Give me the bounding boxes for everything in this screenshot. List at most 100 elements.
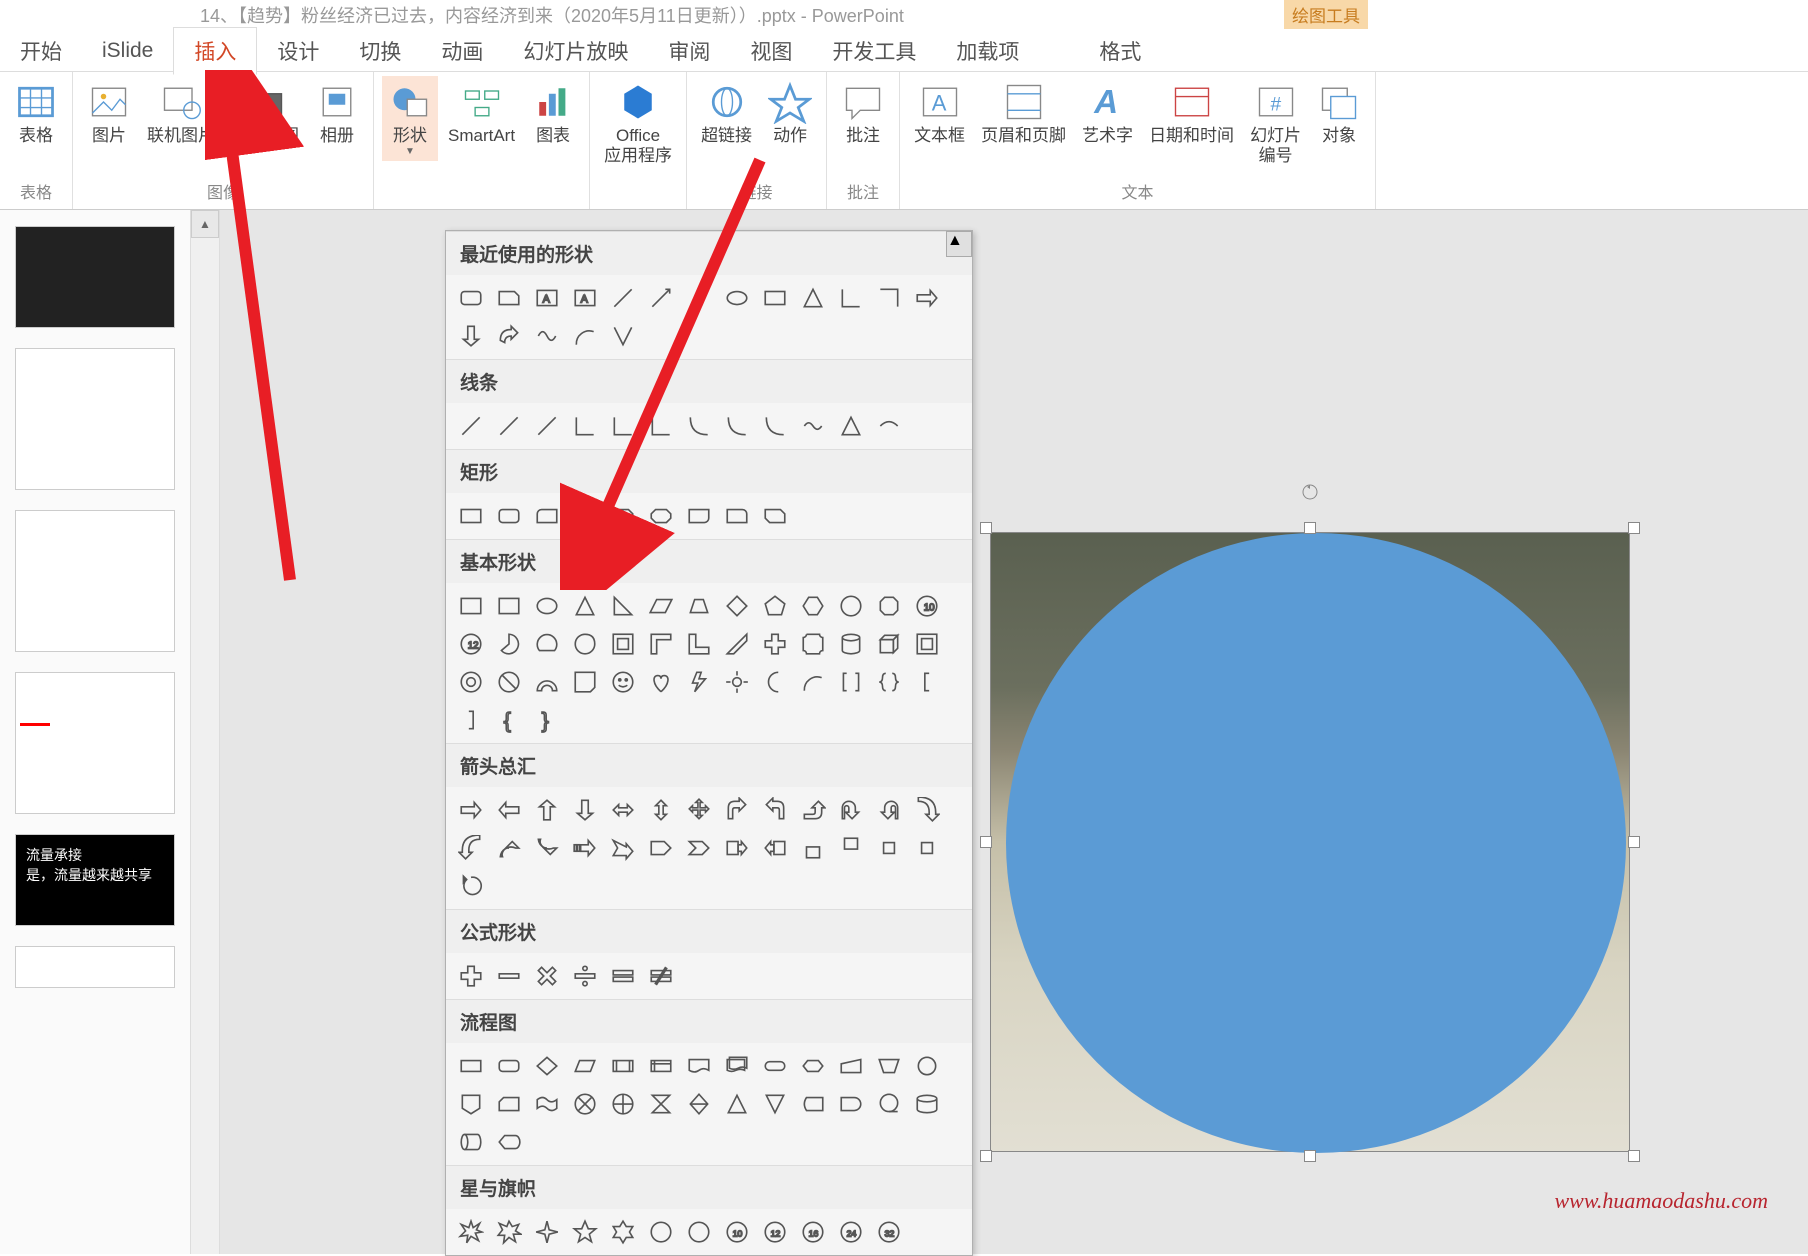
shape-lightning[interactable] <box>684 667 714 697</box>
scroll-up-icon[interactable]: ▲ <box>191 210 219 238</box>
shape-arc[interactable] <box>570 321 600 351</box>
shape-textbox[interactable]: A <box>532 283 562 313</box>
shape-fc-card[interactable] <box>494 1089 524 1119</box>
slide-image-object[interactable] <box>990 532 1630 1152</box>
shape-line[interactable] <box>608 283 638 313</box>
shape-double-arrow[interactable] <box>684 283 714 313</box>
shape-line-2[interactable] <box>494 411 524 441</box>
shape-fc-predefined[interactable] <box>608 1051 638 1081</box>
shape-rounded-rect[interactable] <box>456 283 486 313</box>
shape-arrow-callout-u[interactable] <box>798 833 828 863</box>
tab-design[interactable]: 设计 <box>257 28 339 74</box>
shape-arrow-l[interactable] <box>494 795 524 825</box>
shape-arrow-curved-r[interactable] <box>912 795 942 825</box>
shape-arrow-circular[interactable] <box>456 871 486 901</box>
shape-arrow-callout-d[interactable] <box>836 833 866 863</box>
dropdown-scroll-up[interactable]: ▲ <box>946 231 972 257</box>
shape-oval-2[interactable] <box>532 591 562 621</box>
shape-right-triangle[interactable] <box>608 591 638 621</box>
shape-right-bracket[interactable] <box>456 705 486 735</box>
shape-arrow-callout-l[interactable] <box>760 833 790 863</box>
shape-fc-alt[interactable] <box>494 1051 524 1081</box>
shape-pie[interactable] <box>494 629 524 659</box>
shape-fc-stored[interactable] <box>798 1089 828 1119</box>
shape-arrow-down[interactable] <box>456 321 486 351</box>
shape-triangle[interactable] <box>798 283 828 313</box>
thumb-scroll[interactable]: ▲ <box>190 210 220 1254</box>
shape-frame[interactable] <box>608 629 638 659</box>
shape-decagon[interactable]: 10 <box>912 591 942 621</box>
tab-review[interactable]: 审阅 <box>648 28 730 74</box>
shape-fc-sum[interactable] <box>570 1089 600 1119</box>
shape-fc-or[interactable] <box>608 1089 638 1119</box>
shape-line-10[interactable] <box>798 411 828 441</box>
tab-format[interactable]: 格式 <box>1079 28 1161 74</box>
shape-arrow-lr[interactable] <box>608 795 638 825</box>
picture-button[interactable]: 图片 <box>81 76 137 150</box>
shape-left-brace[interactable]: { <box>494 705 524 735</box>
shape-minus[interactable] <box>494 961 524 991</box>
shape-line-12[interactable] <box>874 411 904 441</box>
shape-fc-decision[interactable] <box>532 1051 562 1081</box>
shape-fc-direct-access[interactable] <box>456 1127 486 1157</box>
shape-fc-extract[interactable] <box>722 1089 752 1119</box>
object-button[interactable]: 对象 <box>1311 76 1367 150</box>
shape-fc-delay[interactable] <box>836 1089 866 1119</box>
shape-rect-4[interactable] <box>570 501 600 531</box>
shape-teardrop[interactable] <box>570 629 600 659</box>
shape-can[interactable] <box>836 629 866 659</box>
slide-thumb-6[interactable] <box>15 946 175 988</box>
shape-fc-magnetic[interactable] <box>912 1089 942 1119</box>
shape-line-1[interactable] <box>456 411 486 441</box>
shape-freeform[interactable] <box>608 321 638 351</box>
shape-arc-2[interactable] <box>798 667 828 697</box>
shape-arrow-curved-l[interactable] <box>456 833 486 863</box>
tab-addins[interactable]: 加载项 <box>936 28 1039 74</box>
album-button[interactable]: 相册 <box>309 76 365 150</box>
shape-half-frame[interactable] <box>646 629 676 659</box>
shape-arrow-quad[interactable] <box>684 795 714 825</box>
shape-textbox-vert[interactable]: A <box>570 283 600 313</box>
shape-donut[interactable] <box>456 667 486 697</box>
shape-octagon[interactable] <box>874 591 904 621</box>
shape-bevel[interactable] <box>912 629 942 659</box>
shape-star8[interactable] <box>684 1217 714 1247</box>
shape-rect[interactable] <box>760 283 790 313</box>
shape-chord[interactable] <box>532 629 562 659</box>
shape-fc-seq-access[interactable] <box>874 1089 904 1119</box>
shape-diagonal-stripe[interactable] <box>722 629 752 659</box>
shape-star5[interactable] <box>570 1217 600 1247</box>
tab-insert[interactable]: 插入 <box>173 27 257 75</box>
shape-arrow-curved-u[interactable] <box>494 833 524 863</box>
shape-rect-6[interactable] <box>646 501 676 531</box>
shape-sun[interactable] <box>722 667 752 697</box>
shape-line-5[interactable] <box>608 411 638 441</box>
shape-star6[interactable] <box>608 1217 638 1247</box>
slide-thumbnails-panel[interactable]: 流量承接是，流量越来越共享 <box>0 210 190 1254</box>
shape-arrow-chevron[interactable] <box>684 833 714 863</box>
shape-arrow-bent-u[interactable] <box>798 795 828 825</box>
datetime-button[interactable]: 日期和时间 <box>1143 76 1240 150</box>
shape-squiggle[interactable] <box>532 321 562 351</box>
shape-fc-tape[interactable] <box>532 1089 562 1119</box>
shape-fc-preparation[interactable] <box>798 1051 828 1081</box>
shape-arrow-callout-quad[interactable] <box>912 833 942 863</box>
shape-line-7[interactable] <box>684 411 714 441</box>
comment-button[interactable]: 批注 <box>835 76 891 150</box>
slide-thumb-3[interactable] <box>15 510 175 652</box>
shape-moon[interactable] <box>760 667 790 697</box>
shape-snip-rect[interactable] <box>494 283 524 313</box>
shape-fc-manual-input[interactable] <box>836 1051 866 1081</box>
tab-start[interactable]: 开始 <box>0 28 82 74</box>
shape-rect-5[interactable] <box>608 501 638 531</box>
shape-rect-8[interactable] <box>722 501 752 531</box>
shape-trapezoid[interactable] <box>684 591 714 621</box>
slide-number-button[interactable]: # 幻灯片 编号 <box>1244 76 1307 171</box>
shape-star7[interactable] <box>646 1217 676 1247</box>
shape-divide[interactable] <box>570 961 600 991</box>
shape-cube[interactable] <box>874 629 904 659</box>
shape-left-bracket[interactable] <box>912 667 942 697</box>
shape-textbox-h[interactable] <box>456 591 486 621</box>
shape-arrow-right[interactable] <box>912 283 942 313</box>
shape-arrow-callout-lr[interactable] <box>874 833 904 863</box>
